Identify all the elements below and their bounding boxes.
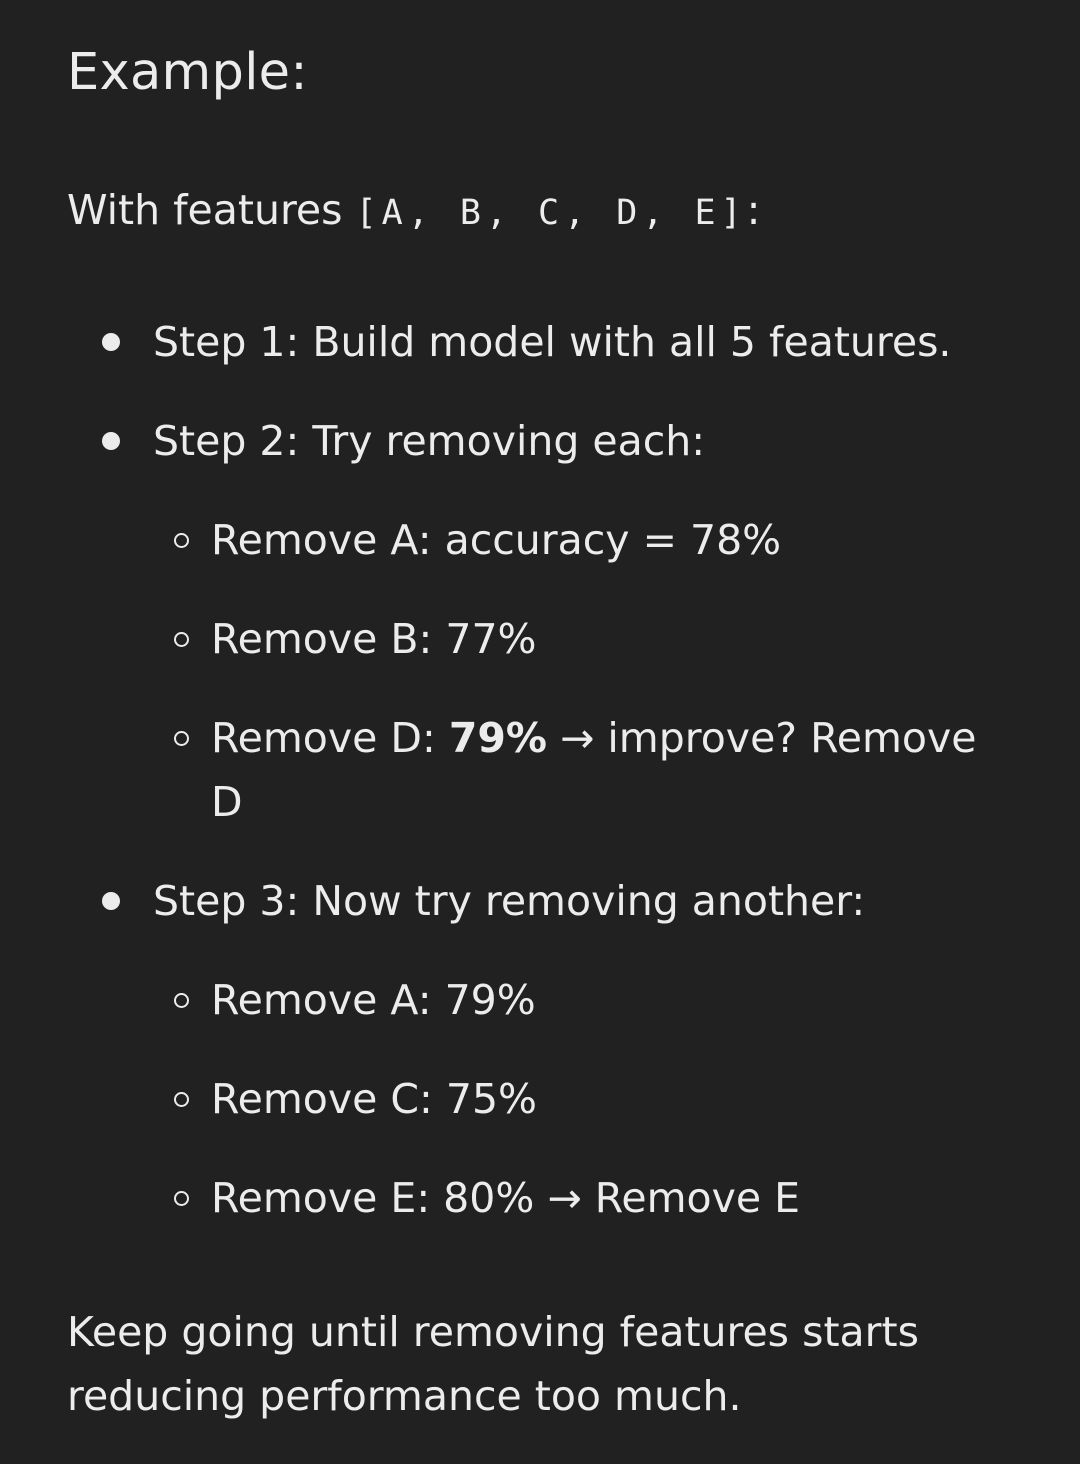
sub-item-bold-value: 79% [448, 714, 547, 762]
circle-bullet-icon [174, 632, 189, 647]
sub-item-text: Remove A: 79% [211, 976, 536, 1024]
sub-item-text-pre: Remove D: [211, 714, 449, 762]
list-item: Remove A: 79% [153, 968, 1017, 1032]
inline-code-features: [A, B, C, D, E] [355, 193, 747, 233]
list-item: Remove B: 77% [153, 607, 1017, 671]
list-item-step-2: Step 2: Try removing each: Remove A: acc… [67, 409, 1017, 834]
bullet-icon [102, 892, 120, 910]
sub-item-text: Remove C: 75% [211, 1075, 538, 1123]
intro-paragraph: With features [A, B, C, D, E]: [67, 178, 760, 245]
list-item: Remove D: 79% → improve? Remove D [153, 706, 1017, 834]
bullet-icon [102, 333, 120, 351]
circle-bullet-icon [174, 993, 189, 1008]
circle-bullet-icon [174, 533, 189, 548]
sub-list: Remove A: 79% Remove C: 75% Remove E: 80… [153, 968, 1017, 1230]
sub-list: Remove A: accuracy = 78% Remove B: 77% R… [153, 508, 1017, 834]
closing-paragraph: Keep going until removing features start… [67, 1308, 919, 1420]
section-heading: Example: [67, 43, 308, 102]
circle-bullet-icon [174, 731, 189, 746]
step-label: Step 1: Build model with all 5 features. [153, 318, 952, 366]
steps-list: Step 1: Build model with all 5 features.… [67, 310, 1017, 1265]
bullet-icon [102, 432, 120, 450]
list-item: Remove E: 80% → Remove E [153, 1166, 1017, 1230]
list-item: Remove C: 75% [153, 1067, 1017, 1131]
sub-item-text: Remove A: accuracy = 78% [211, 516, 782, 564]
list-item-step-1: Step 1: Build model with all 5 features. [67, 310, 1017, 374]
sub-item-text: Remove E: 80% → Remove E [211, 1174, 801, 1222]
circle-bullet-icon [174, 1191, 189, 1206]
circle-bullet-icon [174, 1092, 189, 1107]
list-item-step-3: Step 3: Now try removing another: Remove… [67, 869, 1017, 1230]
intro-prefix: With features [67, 186, 356, 234]
step-label: Step 3: Now try removing another: [153, 877, 866, 925]
sub-item-text: Remove B: 77% [211, 615, 537, 663]
intro-suffix: : [746, 186, 761, 234]
step-label: Step 2: Try removing each: [153, 417, 706, 465]
list-item: Remove A: accuracy = 78% [153, 508, 1017, 572]
